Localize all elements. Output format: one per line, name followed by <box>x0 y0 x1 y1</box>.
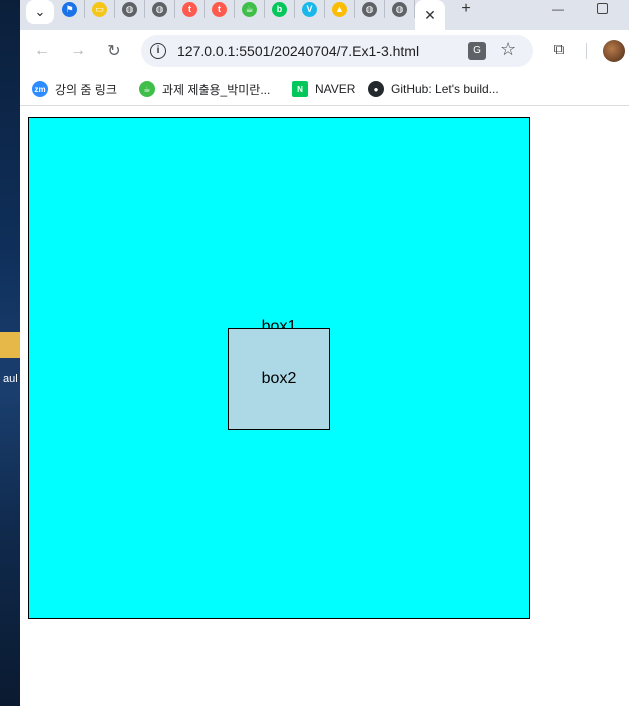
back-button[interactable]: ← <box>31 40 53 62</box>
globe-icon: ◍ <box>122 1 137 17</box>
translate-icon[interactable]: G <box>468 42 486 60</box>
tab[interactable]: t <box>175 0 205 18</box>
github-icon: ● <box>368 81 384 97</box>
flag-icon: ⚑ <box>62 1 77 17</box>
tab[interactable]: ☕ <box>235 0 265 18</box>
browser-toolbar: ← → ↻ i 127.0.0.1:5501/20240704/7.Ex1-3.… <box>20 30 629 72</box>
tab-strip: ⌄ ⚑ ▭ ◍ ◍ t t ☕ b V ▲ ◍ ◍ ✕ + — <box>20 0 629 30</box>
bookmark-item[interactable]: N NAVER <box>292 80 355 98</box>
red-app-icon: t <box>212 1 227 17</box>
tab[interactable]: V <box>295 0 325 18</box>
reload-button[interactable]: ↻ <box>103 40 125 62</box>
zoom-icon: zm <box>32 81 48 97</box>
cup-icon: ☕ <box>242 1 257 17</box>
cup-icon: ☕ <box>139 81 155 97</box>
globe-icon: ◍ <box>152 1 167 17</box>
maximize-button[interactable] <box>597 3 608 14</box>
bookmark-item[interactable]: ● GitHub: Let's build... <box>368 80 499 98</box>
box2-label: box2 <box>261 370 297 387</box>
box2: box2 <box>228 328 330 430</box>
url-text[interactable]: 127.0.0.1:5501/20240704/7.Ex1-3.html <box>177 43 419 59</box>
google-drive-icon: ▲ <box>332 1 347 17</box>
naver-blog-icon: b <box>272 1 287 17</box>
bookmark-item[interactable]: zm 강의 줌 링크 <box>32 80 117 98</box>
bookmark-label: GitHub: Let's build... <box>391 82 499 96</box>
bookmark-label: 과제 제출용_박미란... <box>162 82 271 97</box>
red-app-icon: t <box>182 1 197 17</box>
tab[interactable]: ◍ <box>385 0 415 18</box>
imdb-icon: ▭ <box>92 1 107 17</box>
tab[interactable]: ▲ <box>325 0 355 18</box>
desktop-sticky-note <box>0 332 20 358</box>
address-bar[interactable]: i 127.0.0.1:5501/20240704/7.Ex1-3.html G… <box>141 35 533 67</box>
page-viewport: box1 box2 <box>20 107 629 706</box>
tab[interactable]: ◍ <box>115 0 145 18</box>
box1: box1 box2 <box>28 117 530 619</box>
minimize-button[interactable]: — <box>552 2 566 16</box>
new-tab-button[interactable]: + <box>455 0 477 18</box>
tab[interactable]: ▭ <box>85 0 115 18</box>
vimeo-icon: V <box>302 1 317 17</box>
forward-button[interactable]: → <box>67 40 89 62</box>
tab[interactable]: t <box>205 0 235 18</box>
desktop-text: aul <box>3 373 18 385</box>
globe-icon: ◍ <box>362 1 377 17</box>
extensions-icon[interactable]: ⧉ <box>550 41 568 59</box>
profile-avatar[interactable] <box>603 40 625 62</box>
bookmark-label: NAVER <box>315 82 356 96</box>
tab-active[interactable]: ✕ <box>415 0 445 30</box>
site-info-icon[interactable]: i <box>150 43 166 59</box>
bookmark-star-icon[interactable]: ☆ <box>500 39 516 60</box>
tab[interactable]: b <box>265 0 295 18</box>
desktop-background: aul <box>0 0 20 706</box>
browser-window: ⌄ ⚑ ▭ ◍ ◍ t t ☕ b V ▲ ◍ ◍ ✕ + — ← → ↻ i 127.0.0.1:5… <box>20 0 629 706</box>
toolbar-divider <box>586 43 587 59</box>
naver-icon: N <box>292 81 308 97</box>
close-tab-icon[interactable]: ✕ <box>424 7 436 24</box>
tab[interactable]: ◍ <box>355 0 385 18</box>
globe-icon: ◍ <box>392 1 407 17</box>
bookmarks-bar: zm 강의 줌 링크 ☕ 과제 제출용_박미란... N NAVER ● GitHub: Le… <box>20 72 629 106</box>
tab[interactable]: ⚑ <box>55 0 85 18</box>
tab-search-button[interactable]: ⌄ <box>26 0 54 24</box>
bookmark-label: 강의 줌 링크 <box>55 82 117 97</box>
bookmark-item[interactable]: ☕ 과제 제출용_박미란... <box>139 80 270 98</box>
tab[interactable]: ◍ <box>145 0 175 18</box>
